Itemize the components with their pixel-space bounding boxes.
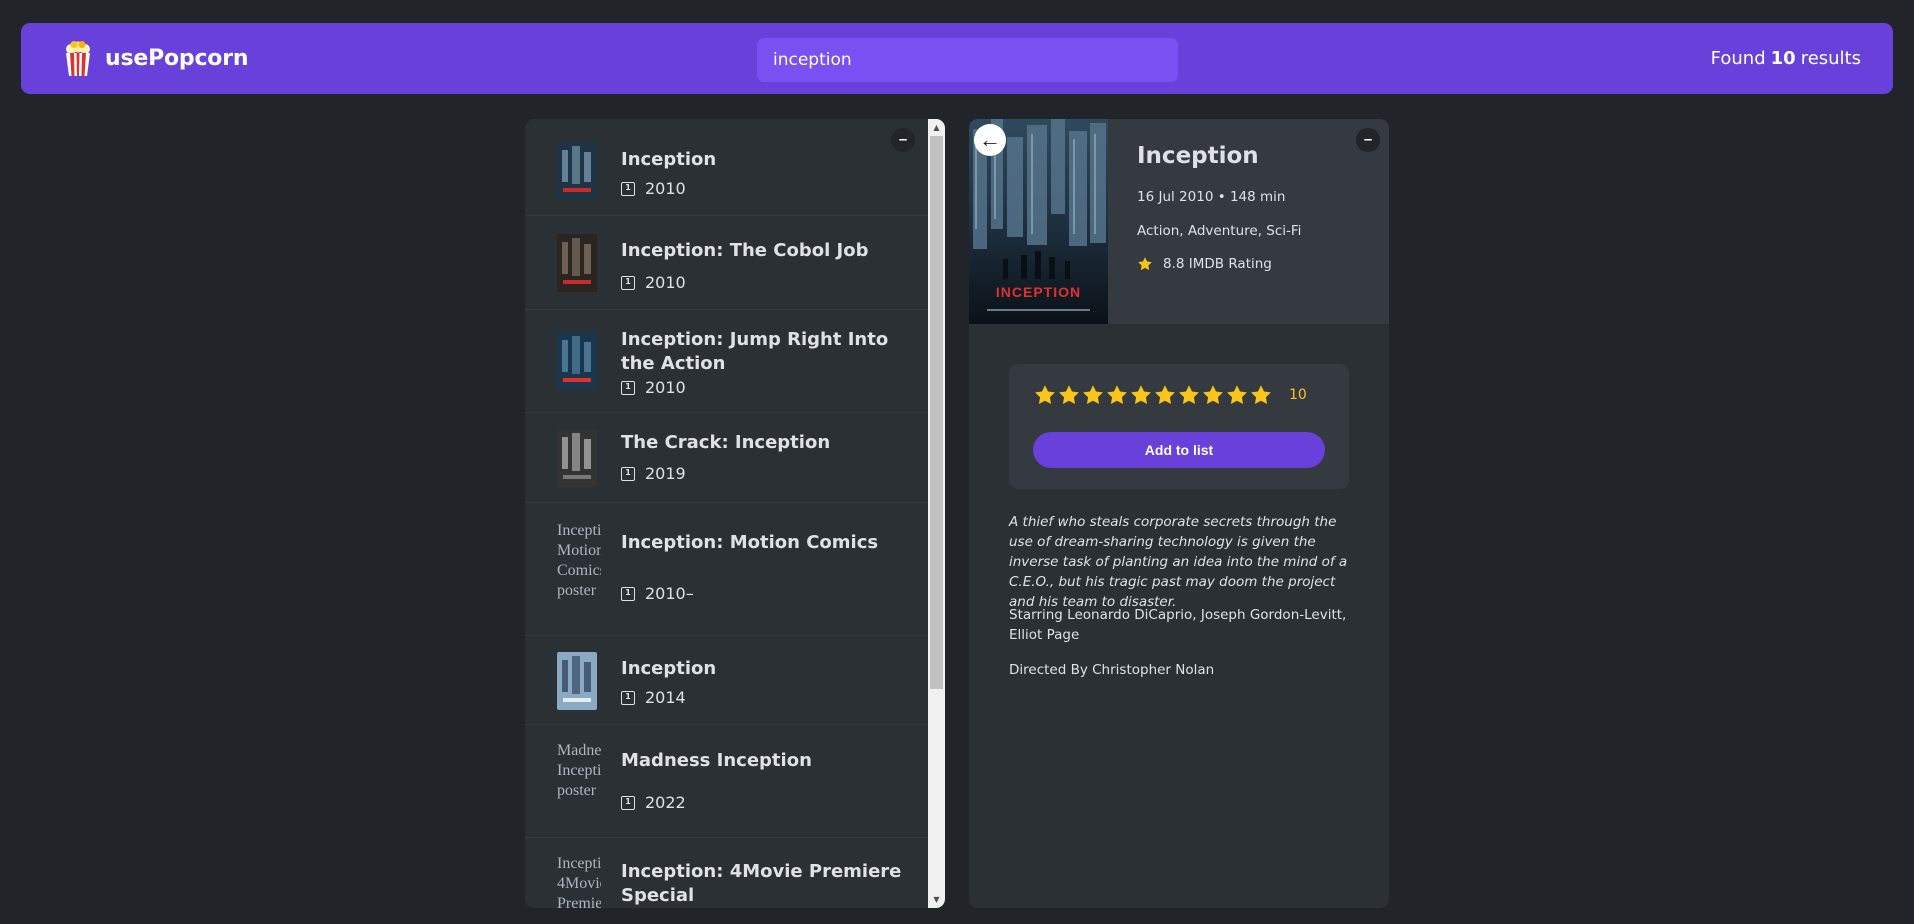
movie-list[interactable]: Inception 1 2010 Inception: The Cobol Job 1 2… <box>525 119 928 908</box>
results-count: Found 10 results <box>1711 23 1861 94</box>
calendar-icon: 1 <box>621 795 635 810</box>
details-header: INCEPTION ← Inception 16 Jul 2010 • 148 … <box>969 119 1389 324</box>
movie-year: 1 2010 <box>621 179 686 198</box>
movie-title: Inception: 4Movie Premiere Special <box>621 861 902 906</box>
movie-title: Madness Inception <box>621 750 812 771</box>
movie-title: Inception: The Cobol Job <box>621 240 869 261</box>
movie-poster-thumbnail <box>557 234 597 292</box>
results-prefix: Found <box>1710 48 1766 69</box>
collapse-details-button[interactable]: – <box>1356 128 1380 152</box>
movie-year-text: 2019 <box>645 464 686 483</box>
star-icon <box>1138 257 1152 271</box>
broken-poster-image: Inception: Motion Comics poster <box>557 522 601 599</box>
movie-year: 1 2014 <box>621 688 686 707</box>
calendar-icon: 1 <box>621 380 635 395</box>
calendar-icon: 1 <box>621 181 635 196</box>
star-icon[interactable] <box>1081 383 1105 407</box>
movie-poster-thumbnail <box>557 652 597 710</box>
collapse-list-button[interactable]: – <box>891 128 915 152</box>
add-to-list-button[interactable]: Add to list <box>1033 432 1325 468</box>
release-runtime: 16 Jul 2010 • 148 min <box>1137 189 1286 205</box>
calendar-icon: 1 <box>621 466 635 481</box>
movie-year-text: 2010– <box>645 584 694 603</box>
calendar-icon: 1 <box>621 275 635 290</box>
svg-text:INCEPTION: INCEPTION <box>996 284 1081 300</box>
imdb-rating: 8.8 IMDB Rating <box>1137 256 1272 272</box>
star-rating[interactable]: 10 <box>1033 383 1307 407</box>
imdb-rating-text: 8.8 IMDB Rating <box>1163 256 1272 272</box>
user-rating-box: 10 Add to list <box>1009 364 1349 489</box>
star-icon[interactable] <box>1153 383 1177 407</box>
list-item[interactable]: Madness Inception poster Madness Inceptio… <box>525 725 928 838</box>
list-item[interactable]: Inception: Jump Right Into the Action 1 20… <box>525 310 928 413</box>
calendar-icon: 1 <box>621 690 635 705</box>
movie-title: Inception <box>621 149 717 170</box>
star-icon[interactable] <box>1225 383 1249 407</box>
scroll-up-arrow-icon[interactable]: ▲ <box>928 119 945 136</box>
app-name: usePopcorn <box>105 46 249 71</box>
list-item[interactable]: Inception: The Cobol Job 1 2010 <box>525 216 928 310</box>
movie-list-box: Inception 1 2010 Inception: The Cobol Job 1 2… <box>525 119 945 908</box>
movie-poster-thumbnail <box>557 142 597 200</box>
broken-poster-image: Madness Inception poster <box>557 742 601 799</box>
movie-year: 1 2010 <box>621 378 686 397</box>
list-scrollbar[interactable]: ▲ ▼ <box>928 119 945 908</box>
star-icon[interactable] <box>1105 383 1129 407</box>
movie-poster-thumbnail <box>557 332 597 390</box>
list-item[interactable]: Inception 1 2010 <box>525 119 928 216</box>
movie-title: Inception: Motion Comics <box>621 532 879 553</box>
star-icon[interactable] <box>1033 383 1057 407</box>
results-suffix: results <box>1800 48 1861 69</box>
movie-year-text: 2022 <box>645 793 686 812</box>
movie-year: 1 2022 <box>621 793 686 812</box>
movie-title: Inception <box>621 658 717 679</box>
movie-poster-thumbnail <box>557 429 597 487</box>
star-icon[interactable] <box>1201 383 1225 407</box>
list-item[interactable]: Inception: 4Movie Premiere Special poste… <box>525 838 928 908</box>
movie-plot: A thief who steals corporate secrets thr… <box>1009 514 1348 610</box>
list-item[interactable]: Inception 1 2014 <box>525 636 928 725</box>
calendar-icon: 1 <box>621 586 635 601</box>
movie-year-text: 2010 <box>645 378 686 397</box>
list-item[interactable]: Inception: Motion Comics poster Inception… <box>525 503 928 636</box>
movie-year-text: 2010 <box>645 273 686 292</box>
star-icon[interactable] <box>1177 383 1201 407</box>
star-icon[interactable] <box>1057 383 1081 407</box>
list-item[interactable]: The Crack: Inception 1 2019 <box>525 413 928 503</box>
movie-title: The Crack: Inception <box>621 432 831 453</box>
movie-director: Directed By Christopher Nolan <box>1009 662 1215 678</box>
scroll-down-arrow-icon[interactable]: ▼ <box>928 891 945 908</box>
star-icon[interactable] <box>1249 383 1273 407</box>
movie-starring: Starring Leonardo DiCaprio, Joseph Gordo… <box>1009 607 1347 643</box>
movie-title: Inception <box>1137 143 1259 169</box>
back-button[interactable]: ← <box>974 124 1006 156</box>
movie-year: 1 2010 <box>621 273 686 292</box>
logo: usePopcorn <box>61 23 249 94</box>
movie-year-text: 2010 <box>645 179 686 198</box>
search-input[interactable] <box>757 38 1178 82</box>
movie-year: 1 2010– <box>621 584 694 603</box>
star-rating-value: 10 <box>1289 387 1307 403</box>
movie-year: 1 2019 <box>621 464 686 483</box>
movie-details-box: INCEPTION ← Inception 16 Jul 2010 • 148 … <box>969 119 1389 908</box>
genre: Action, Adventure, Sci-Fi <box>1137 223 1302 239</box>
popcorn-icon <box>66 40 90 76</box>
movie-title: Inception: Jump Right Into the Action <box>621 329 889 374</box>
movie-year-text: 2014 <box>645 688 686 707</box>
scrollbar-thumb[interactable] <box>930 136 943 689</box>
results-number: 10 <box>1770 48 1796 69</box>
nav-bar: usePopcorn Found10results <box>21 23 1893 94</box>
broken-poster-image: Inception: 4Movie Premiere Special poste… <box>557 855 601 908</box>
star-icon[interactable] <box>1129 383 1153 407</box>
